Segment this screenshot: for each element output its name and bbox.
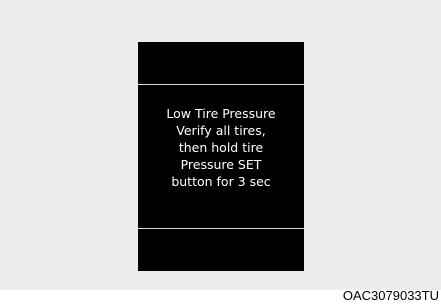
figure-code: OAC3079033TU (342, 288, 439, 303)
message-line-4: Pressure SET (180, 157, 262, 172)
display-divider-top (138, 84, 304, 85)
message-line-3: then hold tire (178, 140, 264, 155)
tire-pressure-warning-message: Low Tire Pressure Verify all tires, then… (138, 105, 304, 190)
message-line-5: button for 3 sec (171, 174, 271, 189)
cluster-display: Low Tire Pressure Verify all tires, then… (138, 42, 304, 271)
message-line-2: Verify all tires, (176, 123, 266, 138)
display-divider-bottom (138, 228, 304, 229)
message-line-1: Low Tire Pressure (166, 106, 276, 121)
